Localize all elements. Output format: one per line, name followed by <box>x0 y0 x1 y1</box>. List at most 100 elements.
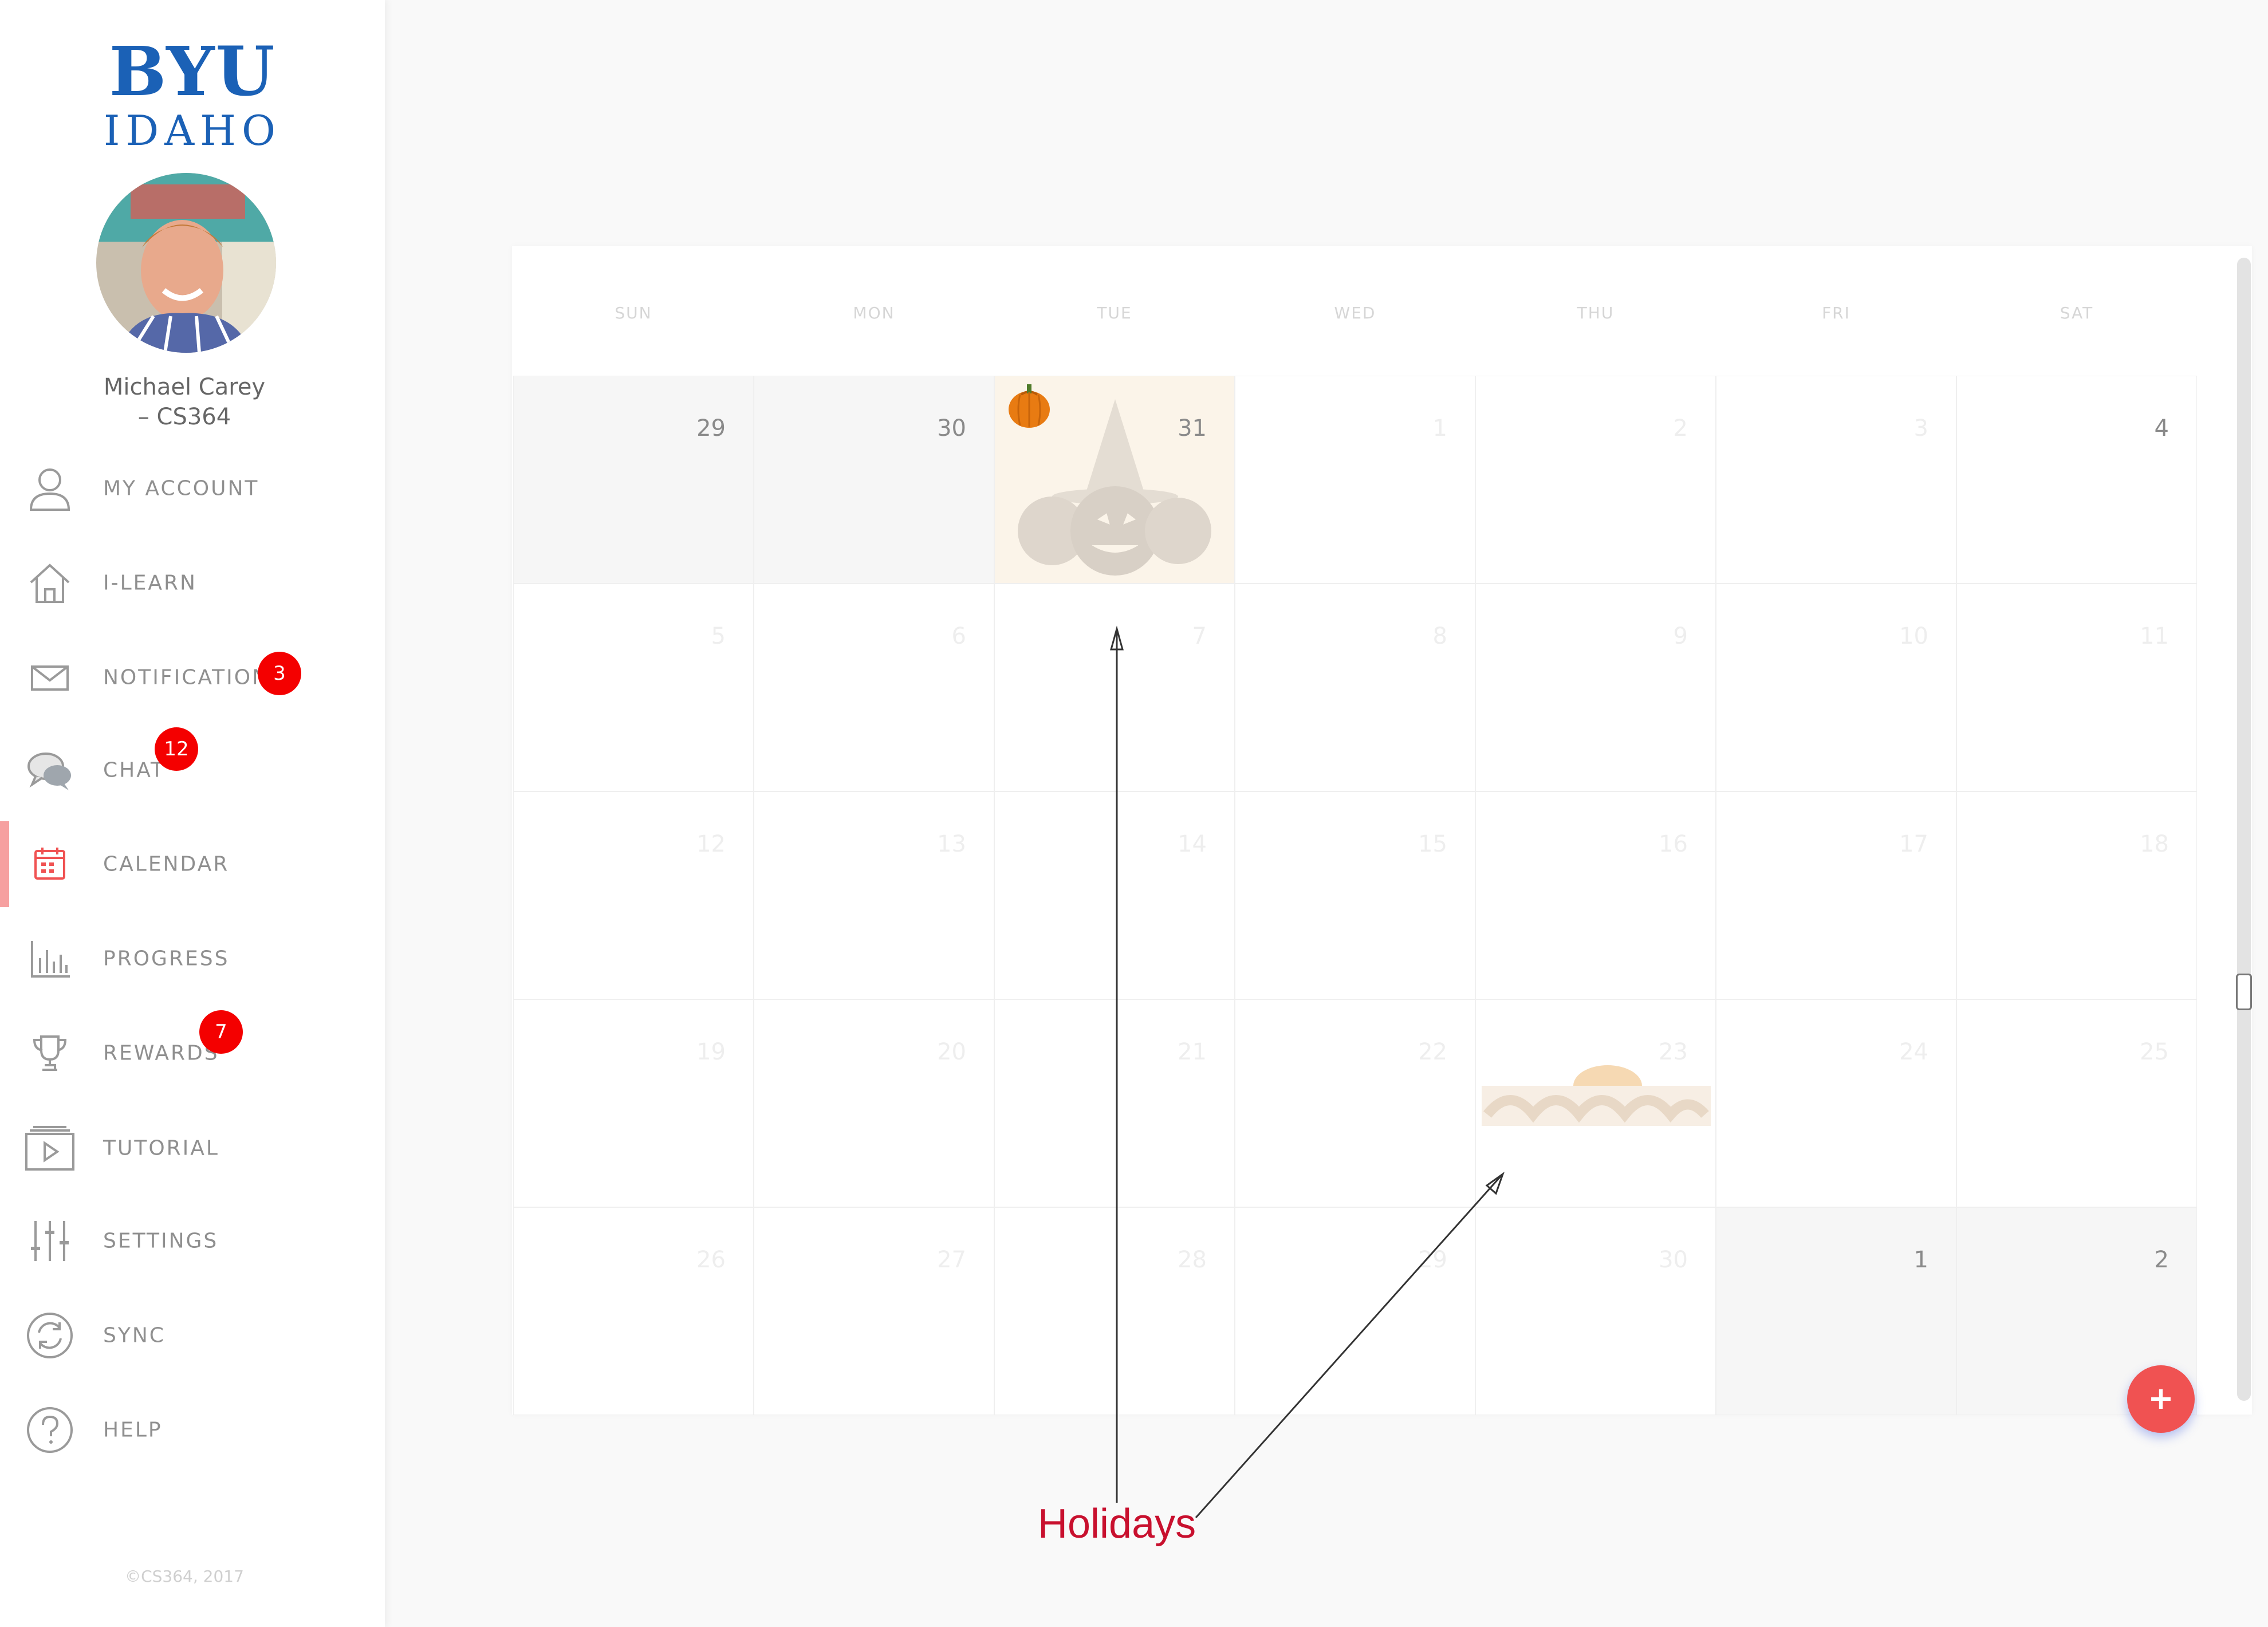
calendar-day-cell[interactable]: 12 <box>513 791 754 999</box>
user-name-line1: Michael Carey <box>103 374 266 400</box>
day-number: 7 <box>1192 623 1207 649</box>
day-header: SAT <box>2060 304 2094 322</box>
day-number: 2 <box>1673 415 1688 442</box>
day-number: 6 <box>951 623 966 649</box>
calendar-day-cell[interactable]: 6 <box>754 584 994 791</box>
calendar-day-cell[interactable]: 4 <box>1956 376 2197 584</box>
day-number: 23 <box>1659 1039 1688 1065</box>
nav-calendar[interactable]: CALENDAR <box>0 821 385 907</box>
day-number: 31 <box>1178 415 1207 442</box>
calendar-day-cell[interactable]: 8 <box>1235 584 1475 791</box>
nav-label: NOTIFICATIONS <box>103 665 284 690</box>
calendar-day-cell[interactable]: 10 <box>1716 584 1956 791</box>
day-number: 26 <box>696 1247 726 1273</box>
nav-notifications[interactable]: NOTIFICATIONS 3 <box>0 635 385 720</box>
calendar-day-cell[interactable]: 13 <box>754 791 994 999</box>
calendar-day-cell[interactable]: 22 <box>1235 999 1475 1207</box>
day-number: 18 <box>2140 831 2169 857</box>
logo-idaho: IDAHO <box>104 107 281 155</box>
halloween-image <box>1009 384 1211 576</box>
day-number: 29 <box>696 415 726 442</box>
chat-icon <box>24 744 76 796</box>
nav-sync[interactable]: SYNC <box>0 1293 385 1378</box>
calendar-day-cell[interactable]: 5 <box>513 584 754 791</box>
nav-label: I-LEARN <box>103 571 197 595</box>
nav-label: TUTORIAL <box>103 1136 219 1160</box>
day-number: 1 <box>1913 1247 1928 1273</box>
nav-i-learn[interactable]: I-LEARN <box>0 540 385 626</box>
calendar-day-cell[interactable]: 18 <box>1956 791 2197 999</box>
envelope-icon <box>24 652 76 703</box>
calendar-day-cell[interactable]: 28 <box>994 1207 1235 1415</box>
sliders-icon <box>24 1215 76 1267</box>
calendar-day-cell[interactable]: 20 <box>754 999 994 1207</box>
calendar-day-cell[interactable]: 3 <box>1716 376 1956 584</box>
calendar-day-cell[interactable]: 21 <box>994 999 1235 1207</box>
bar-chart-icon <box>24 933 76 984</box>
day-number: 19 <box>696 1039 726 1065</box>
day-number: 3 <box>1913 415 1928 442</box>
calendar-day-cell[interactable]: 17 <box>1716 791 1956 999</box>
calendar-day-cell[interactable]: 11 <box>1956 584 2197 791</box>
day-header: TUE <box>1097 304 1132 322</box>
help-icon <box>24 1404 76 1456</box>
nav-label: SETTINGS <box>103 1229 219 1253</box>
copyright: ©CS364, 2017 <box>125 1567 244 1586</box>
calendar-day-cell[interactable]: 30 <box>754 376 994 584</box>
day-number: 22 <box>1418 1039 1447 1065</box>
nav-settings[interactable]: SETTINGS <box>0 1198 385 1284</box>
scrollbar[interactable] <box>2236 258 2252 1401</box>
user-name-line2: – CS364 <box>137 404 231 430</box>
avatar[interactable] <box>96 173 276 353</box>
calendar-day-cell[interactable]: 9 <box>1475 584 1716 791</box>
calendar-day-cell[interactable]: 27 <box>754 1207 994 1415</box>
day-header: MON <box>853 304 895 322</box>
nav-my-account[interactable]: MY ACCOUNT <box>0 446 385 531</box>
calendar-day-cell[interactable]: 1 <box>1716 1207 1956 1415</box>
calendar-day-cell[interactable]: 14 <box>994 791 1235 999</box>
calendar-day-cell[interactable]: 25 <box>1956 999 2197 1207</box>
day-number: 17 <box>1899 831 1928 857</box>
nav-help[interactable]: HELP <box>0 1387 385 1473</box>
day-number: 9 <box>1673 623 1688 649</box>
nav-tutorial[interactable]: TUTORIAL <box>0 1105 385 1191</box>
chat-badge: 12 <box>155 727 198 771</box>
nav-label: MY ACCOUNT <box>103 476 259 501</box>
calendar-day-cell[interactable]: 7 <box>994 584 1235 791</box>
calendar-day-cell[interactable]: 30 <box>1475 1207 1716 1415</box>
day-header: SUN <box>615 304 652 322</box>
nav-label: CHAT <box>103 758 166 782</box>
day-number: 4 <box>2154 415 2169 442</box>
nav-label: REWARDS <box>103 1041 219 1065</box>
calendar-day-cell[interactable]: 1 <box>1235 376 1475 584</box>
calendar-day-cell[interactable]: 15 <box>1235 791 1475 999</box>
calendar-day-cell[interactable]: 19 <box>513 999 754 1207</box>
notifications-badge: 3 <box>258 652 301 695</box>
nav-chat[interactable]: CHAT 12 <box>0 727 385 813</box>
day-number: 27 <box>937 1247 966 1273</box>
day-number: 10 <box>1899 623 1928 649</box>
day-number: 30 <box>937 415 966 442</box>
day-number: 15 <box>1418 831 1447 857</box>
nav-rewards[interactable]: REWARDS 7 <box>0 1010 385 1096</box>
calendar-day-cell[interactable]: 23 <box>1475 999 1716 1207</box>
day-number: 2 <box>2154 1247 2169 1273</box>
day-header: WED <box>1334 304 1376 322</box>
calendar-day-cell[interactable]: 16 <box>1475 791 1716 999</box>
scroll-thumb[interactable] <box>2236 974 2252 1010</box>
nav-label: CALENDAR <box>103 852 230 876</box>
nav-progress[interactable]: PROGRESS <box>0 916 385 1002</box>
day-number: 8 <box>1432 623 1447 649</box>
calendar-day-cell[interactable]: 26 <box>513 1207 754 1415</box>
calendar-day-cell[interactable]: 29 <box>513 376 754 584</box>
day-number: 13 <box>937 831 966 857</box>
sidebar: BYU IDAHO Michael Carey – CS364 MY ACCOU… <box>0 0 385 1627</box>
day-number: 28 <box>1178 1247 1207 1273</box>
calendar-day-cell[interactable]: 2 <box>1475 376 1716 584</box>
calendar-day-cell[interactable]: 31 <box>994 376 1235 584</box>
add-event-button[interactable]: + <box>2127 1365 2195 1433</box>
day-number: 12 <box>696 831 726 857</box>
calendar-day-cell[interactable]: 29 <box>1235 1207 1475 1415</box>
calendar-day-cell[interactable]: 24 <box>1716 999 1956 1207</box>
day-number: 30 <box>1659 1247 1688 1273</box>
